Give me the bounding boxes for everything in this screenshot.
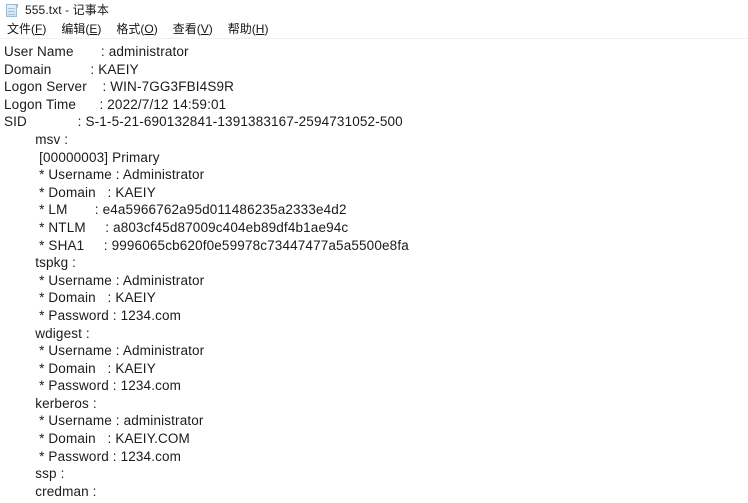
text-line: credman : bbox=[4, 483, 97, 499]
text-line: wdigest : bbox=[4, 325, 90, 341]
notepad-window: 555.txt - 记事本 文件(F) 编辑(E) 格式(O) 查看(V) 帮助… bbox=[0, 0, 748, 503]
text-line: * Username : Administrator bbox=[4, 343, 205, 359]
menu-item-edit-accel: E bbox=[89, 22, 98, 36]
text-line: * Username : administrator bbox=[4, 413, 204, 429]
menu-item-file-label: 文件 bbox=[7, 22, 32, 36]
menu-item-view-label: 查看 bbox=[172, 22, 197, 36]
text-line: Logon Server : WIN-7GG3FBI4S9R bbox=[4, 79, 235, 95]
text-line: * Domain : KAEIY bbox=[4, 360, 156, 376]
text-line: * Domain : KAEIY bbox=[4, 290, 156, 306]
text-line: Logon Time : 2022/7/12 14:59:01 bbox=[4, 96, 227, 112]
menu-item-view-accel: V bbox=[200, 22, 209, 36]
text-line: tspkg : bbox=[4, 255, 77, 271]
window-title: 555.txt - 记事本 bbox=[25, 3, 109, 17]
notepad-document-icon bbox=[6, 3, 19, 18]
text-line: kerberos : bbox=[4, 395, 97, 411]
menu-item-help[interactable]: 帮助(H) bbox=[227, 21, 276, 37]
text-caret bbox=[4, 43, 5, 58]
text-line: * Password : 1234.com bbox=[4, 448, 182, 464]
title-bar: 555.txt - 记事本 bbox=[0, 0, 748, 20]
menu-item-edit[interactable]: 编辑(E) bbox=[60, 21, 108, 37]
text-line: User Name : administrator bbox=[4, 44, 189, 59]
menu-item-file[interactable]: 文件(F) bbox=[6, 21, 53, 37]
text-line: ssp : bbox=[4, 466, 65, 482]
menu-item-format[interactable]: 格式(O) bbox=[115, 21, 164, 37]
menu-item-format-accel: O bbox=[144, 22, 154, 36]
text-line: * NTLM : a803cf45d87009c404eb89df4b1ae94… bbox=[4, 219, 349, 235]
text-line: * Username : Administrator bbox=[4, 272, 205, 288]
text-line: * Password : 1234.com bbox=[4, 378, 182, 394]
menu-bar: 文件(F) 编辑(E) 格式(O) 查看(V) 帮助(H) bbox=[0, 20, 748, 39]
text-line: * Domain : KAEIY.COM bbox=[4, 431, 190, 447]
text-line: Domain : KAEIY bbox=[4, 61, 139, 77]
text-line: [00000003] Primary bbox=[4, 149, 160, 165]
text-line: msv : bbox=[4, 131, 69, 147]
menu-item-file-accel: F bbox=[35, 22, 43, 36]
text-line: * Username : Administrator bbox=[4, 167, 205, 183]
text-line: * LM : e4a5966762a95d011486235a2333e4d2 bbox=[4, 202, 347, 218]
menu-item-help-accel: H bbox=[255, 22, 265, 36]
text-line: * Domain : KAEIY bbox=[4, 184, 156, 200]
menu-item-edit-label: 编辑 bbox=[61, 22, 86, 36]
text-line: * Password : 1234.com bbox=[4, 307, 182, 323]
menu-item-format-label: 格式 bbox=[116, 22, 141, 36]
menu-item-help-label: 帮助 bbox=[227, 22, 252, 36]
text-line: * SHA1 : 9996065cb620f0e59978c73447477a5… bbox=[4, 237, 409, 253]
menu-item-view[interactable]: 查看(V) bbox=[172, 21, 220, 37]
text-line: SID : S-1-5-21-690132841-1391383167-2594… bbox=[4, 114, 403, 130]
text-editor-area[interactable]: User Name : administrator Domain : KAEIY L… bbox=[0, 39, 748, 503]
